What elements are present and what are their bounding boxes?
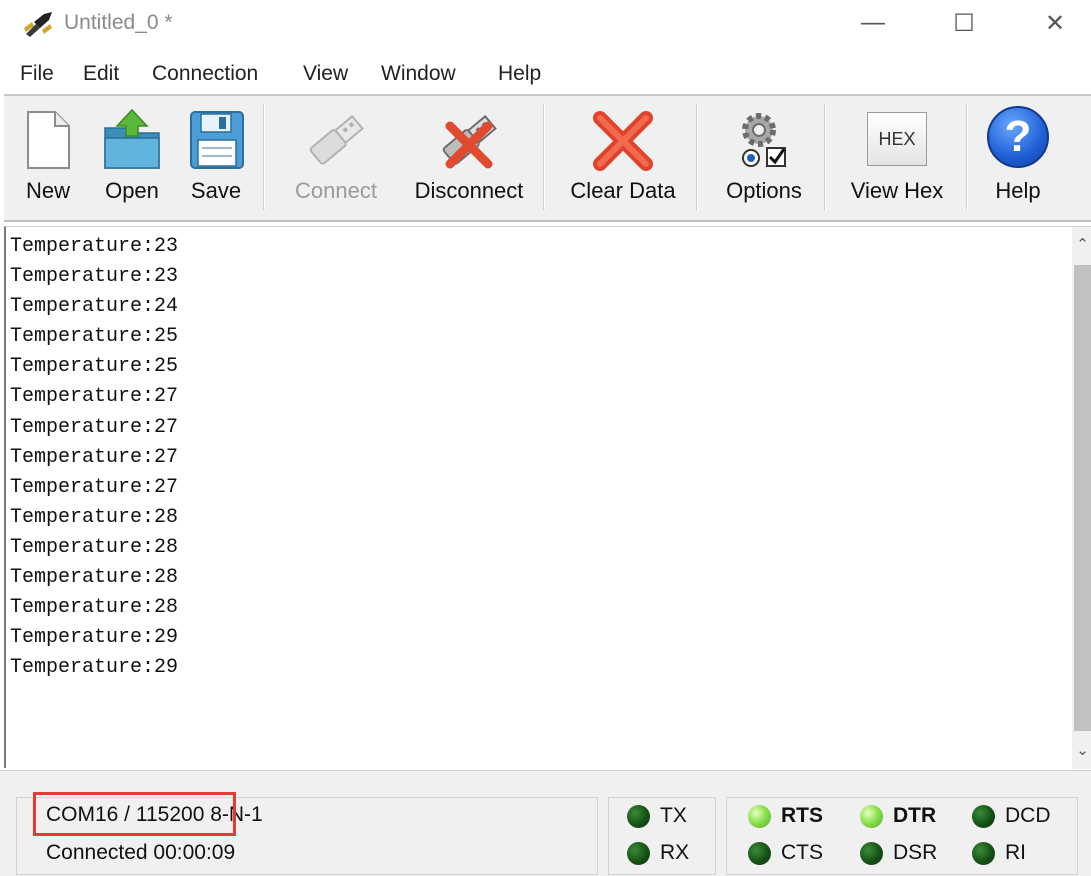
tx-indicator: TX xyxy=(627,804,687,828)
status-bar: COM16 / 115200 8-N-1 Connected 00:00:09 … xyxy=(0,770,1091,876)
terminal-line: Temperature:24 xyxy=(10,295,179,319)
tx-label: TX xyxy=(660,804,687,827)
terminal-line: Temperature:27 xyxy=(10,415,179,439)
options-label: Options xyxy=(726,178,802,203)
toolbar-separator xyxy=(263,104,265,210)
vertical-scrollbar[interactable]: ⌃ ⌄ xyxy=(1072,227,1091,769)
dcd-label: DCD xyxy=(1005,804,1051,827)
toolbar-separator xyxy=(824,104,826,210)
terminal-lines: Temperature:23 Temperature:23 Temperature:… xyxy=(10,232,178,683)
toolbar-separator xyxy=(696,104,698,210)
menu-bar: File Edit Connection View Window Help xyxy=(0,56,1091,92)
dtr-indicator[interactable]: DTR xyxy=(860,804,936,828)
dtr-label: DTR xyxy=(893,804,937,827)
terminal-line: Temperature:29 xyxy=(10,656,179,680)
terminal-line: Temperature:23 xyxy=(10,265,179,289)
clear-x-icon xyxy=(593,111,653,171)
open-folder-icon xyxy=(104,108,160,169)
menu-window[interactable]: Window xyxy=(381,62,456,86)
view-hex-button[interactable]: HEX View Hex xyxy=(838,96,956,222)
save-disk-icon xyxy=(190,111,244,169)
tx-led-icon xyxy=(627,804,650,828)
connect-button[interactable]: Connect xyxy=(280,96,392,222)
cts-label: CTS xyxy=(781,841,823,864)
app-icon xyxy=(24,12,52,37)
menu-view[interactable]: View xyxy=(303,62,348,86)
menu-edit[interactable]: Edit xyxy=(83,62,119,86)
maximize-icon: ☐ xyxy=(953,9,975,37)
help-question-icon: ? xyxy=(987,106,1049,168)
disconnect-button[interactable]: Disconnect xyxy=(404,96,534,222)
maximize-button[interactable]: ☐ xyxy=(941,6,987,40)
clear-data-button[interactable]: Clear Data xyxy=(560,96,686,222)
usb-plug-icon xyxy=(309,114,364,165)
dcd-indicator: DCD xyxy=(972,804,1051,828)
terminal-line: Temperature:28 xyxy=(10,535,179,559)
rx-led-icon xyxy=(627,841,650,865)
toolbar-separator xyxy=(966,104,968,210)
scroll-thumb[interactable] xyxy=(1074,265,1091,731)
dtr-led-icon xyxy=(860,804,883,828)
dsr-label: DSR xyxy=(893,841,938,864)
close-icon: ✕ xyxy=(1044,9,1066,37)
toolbar-separator xyxy=(543,104,545,210)
menu-connection[interactable]: Connection xyxy=(152,62,258,86)
terminal-output[interactable]: Temperature:23 Temperature:23 Temperature:… xyxy=(4,226,1091,769)
terminal-line: Temperature:25 xyxy=(10,325,179,349)
terminal-line: Temperature:28 xyxy=(10,596,179,620)
terminal-line: Temperature:28 xyxy=(10,566,179,590)
rx-indicator: RX xyxy=(627,841,689,865)
rts-indicator[interactable]: RTS xyxy=(748,804,823,828)
help-icon-text: ? xyxy=(1004,112,1032,161)
options-gear-icon xyxy=(742,113,786,167)
highlight-annotation xyxy=(33,792,236,836)
clear-data-label: Clear Data xyxy=(570,178,676,203)
ri-led-icon xyxy=(972,841,995,865)
save-label: Save xyxy=(190,178,242,203)
help-label: Help xyxy=(995,178,1041,203)
options-button[interactable]: Options xyxy=(712,96,816,222)
rx-label: RX xyxy=(660,841,690,864)
help-button[interactable]: ? Help xyxy=(980,96,1056,222)
terminal-line: Temperature:23 xyxy=(10,235,179,258)
terminal-line: Temperature:25 xyxy=(10,355,179,379)
open-button[interactable]: Open xyxy=(94,96,170,222)
dsr-led-icon xyxy=(860,841,883,865)
new-file-icon xyxy=(27,111,70,169)
toolbar: New Open Save Connect Disconnect Clear D… xyxy=(4,94,1091,222)
scroll-down-arrow-icon[interactable]: ⌄ xyxy=(1072,737,1091,763)
connect-label: Connect xyxy=(295,178,377,203)
connection-time: Connected 00:00:09 xyxy=(46,841,236,864)
hex-icon: HEX xyxy=(867,112,927,166)
terminal-line: Temperature:27 xyxy=(10,475,179,499)
open-label: Open xyxy=(105,178,159,203)
rts-label: RTS xyxy=(781,804,823,827)
scroll-up-arrow-icon[interactable]: ⌃ xyxy=(1072,231,1091,257)
ri-label: RI xyxy=(1005,841,1026,864)
menu-file[interactable]: File xyxy=(20,62,54,86)
menu-help[interactable]: Help xyxy=(498,62,541,86)
dsr-indicator: DSR xyxy=(860,841,937,865)
rts-led-icon xyxy=(748,804,771,828)
cts-indicator: CTS xyxy=(748,841,823,865)
new-button[interactable]: New xyxy=(8,96,88,222)
minimize-icon: — xyxy=(861,9,885,36)
cts-led-icon xyxy=(748,841,771,865)
window-title: Untitled_0 * xyxy=(64,11,173,34)
view-hex-label: View Hex xyxy=(850,178,944,203)
save-button[interactable]: Save xyxy=(178,96,254,222)
hex-icon-text: HEX xyxy=(878,129,916,149)
ri-indicator: RI xyxy=(972,841,1026,865)
new-label: New xyxy=(25,178,70,203)
minimize-button[interactable]: — xyxy=(850,6,896,40)
terminal-line: Temperature:29 xyxy=(10,626,179,650)
dcd-led-icon xyxy=(972,804,995,828)
disconnect-label: Disconnect xyxy=(414,178,524,203)
terminal-line: Temperature:28 xyxy=(10,505,179,529)
terminal-line: Temperature:27 xyxy=(10,385,179,409)
disconnect-usb-icon xyxy=(442,114,497,169)
title-bar: Untitled_0 * — ☐ ✕ xyxy=(0,0,1091,48)
terminal-line: Temperature:27 xyxy=(10,445,179,469)
close-button[interactable]: ✕ xyxy=(1032,6,1078,40)
